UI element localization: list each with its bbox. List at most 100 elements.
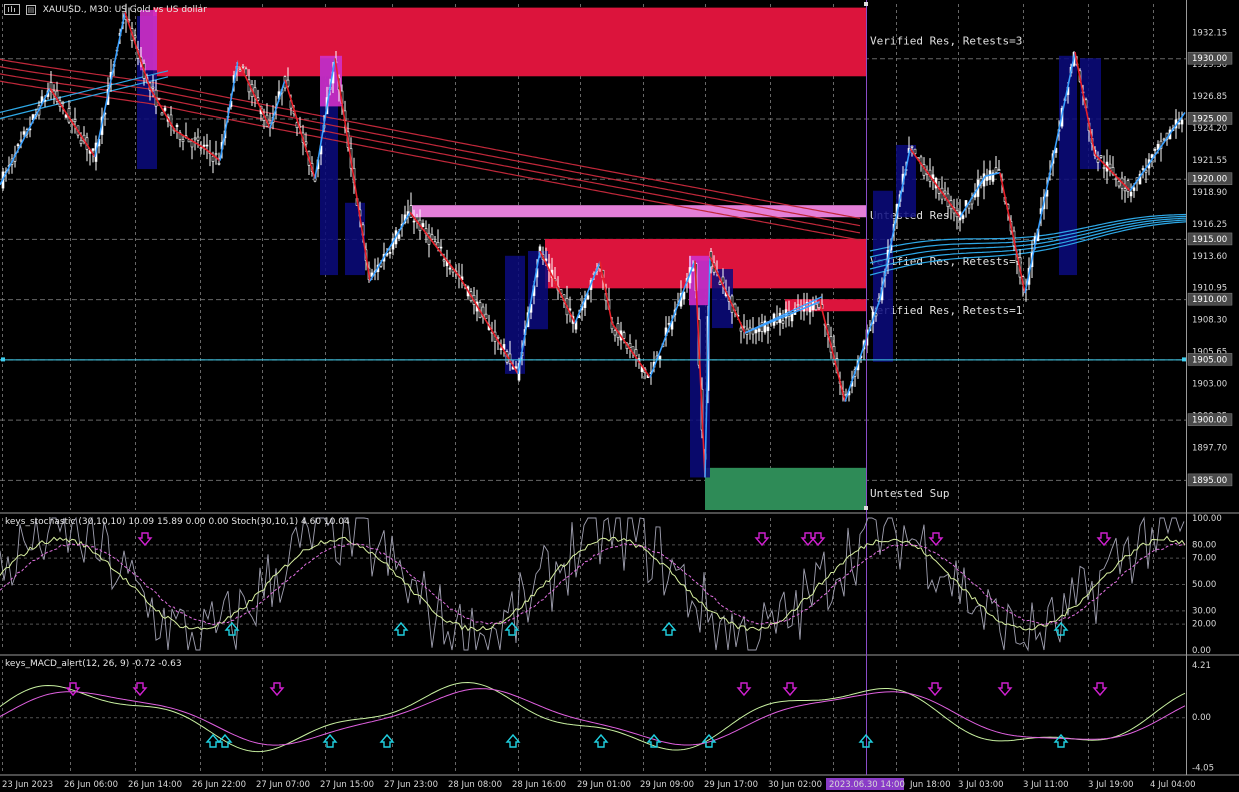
price-level-label: 1905.00 <box>1192 355 1227 365</box>
price-level-label: 1900.00 <box>1192 416 1227 426</box>
candle-body <box>622 332 626 339</box>
candle-body <box>1144 169 1148 173</box>
candle-body <box>217 162 221 165</box>
buy-sell-icon[interactable]: ▤ <box>25 4 36 15</box>
zone-label: Untested Sup <box>870 487 949 500</box>
chart-header: ▤ XAUUSD., M30: US Gold vs US dollar <box>4 4 207 15</box>
chart-canvas[interactable]: Verified Res, Retests=3Untested ResVerif… <box>0 0 1239 792</box>
candle-body <box>484 313 488 319</box>
candle-body <box>79 139 83 144</box>
candle-body <box>1108 163 1112 169</box>
candle-body <box>814 303 818 311</box>
pivot-box <box>873 190 893 362</box>
candle-body <box>1123 188 1127 192</box>
candle-body <box>412 220 416 223</box>
candle-body <box>61 102 65 104</box>
price-tick-label: 1926.85 <box>1192 92 1227 102</box>
price-line-handle <box>1182 357 1186 362</box>
time-tick-label: 26 Jun 22:00 <box>192 780 246 790</box>
candle-body <box>910 145 914 148</box>
candle-body <box>1162 138 1166 141</box>
crosshair-handle <box>864 506 868 510</box>
candle-body <box>304 141 308 145</box>
candle-body <box>421 223 425 228</box>
candle-body <box>199 147 203 150</box>
pivot-highlight <box>689 255 709 306</box>
price-level-label: 1915.00 <box>1192 235 1227 245</box>
macd-header: keys_MACD_alert(12, 26, 9) -0.72 -0.63 <box>5 659 182 669</box>
macd-tick-label: 4.21 <box>1192 661 1211 671</box>
stoch-tick-label: 70.00 <box>1192 554 1216 564</box>
candle-body <box>397 234 401 239</box>
crosshair-handle <box>864 2 868 6</box>
time-tick-label: 28 Jun 16:00 <box>512 780 566 790</box>
price-level-label: 1925.00 <box>1192 114 1227 124</box>
price-tick-label: 1924.20 <box>1192 124 1227 134</box>
candle-body <box>442 259 446 262</box>
candle-body <box>796 304 800 306</box>
time-tick-label: 29 Jun 09:00 <box>640 780 694 790</box>
candle-body <box>133 35 137 39</box>
candle-body <box>196 136 200 141</box>
candle-body <box>439 246 443 249</box>
candle-body <box>613 330 617 336</box>
candle-body <box>205 144 209 147</box>
time-tick-label: 3 Jul 19:00 <box>1088 780 1134 790</box>
candle-body <box>766 326 770 331</box>
time-tick-label: Jun 18:00 <box>909 780 950 790</box>
candle-body <box>211 155 215 162</box>
candle-body <box>163 107 167 111</box>
candle-body <box>214 153 218 155</box>
zone-rect <box>153 7 866 77</box>
candle-body <box>436 242 440 248</box>
candle-body <box>160 112 164 116</box>
candle-body <box>499 348 503 351</box>
candle-body <box>1141 168 1145 170</box>
time-tick-label: 23 Jun 2023 <box>2 780 53 790</box>
candle-body <box>1129 191 1133 197</box>
candle-body <box>943 190 947 194</box>
price-level-label: 1930.00 <box>1192 54 1227 64</box>
time-tick-label: 29 Jun 17:00 <box>704 780 758 790</box>
macd-tick-label: 0.00 <box>1192 713 1211 723</box>
candle-body <box>175 124 179 127</box>
price-tick-label: 1932.15 <box>1192 28 1227 38</box>
time-tick-label: 29 Jun 01:00 <box>577 780 631 790</box>
candle-body <box>985 176 989 181</box>
candle-body <box>19 139 23 142</box>
candle-body <box>430 234 434 240</box>
stoch-tick-label: 80.00 <box>1192 540 1216 550</box>
candle-body <box>388 252 392 254</box>
candle-body <box>91 148 95 151</box>
candle-body <box>22 131 26 135</box>
candle-body <box>781 320 785 324</box>
candle-body <box>718 281 722 285</box>
candle-body <box>742 325 746 328</box>
candle-body <box>202 144 206 147</box>
candle-body <box>1153 149 1157 151</box>
stoch-tick-label: 20.00 <box>1192 620 1216 630</box>
stoch-tick-label: 0.00 <box>1192 646 1211 656</box>
candle-body <box>448 267 452 270</box>
time-tick-label: 28 Jun 08:00 <box>448 780 502 790</box>
price-level-label: 1920.00 <box>1192 175 1227 185</box>
symbol-title: XAUUSD., M30: US Gold vs US dollar <box>42 5 207 15</box>
candle-body <box>634 349 638 357</box>
stoch-tick-label: 100.00 <box>1192 514 1222 524</box>
candle-body <box>817 302 821 308</box>
time-tick-label: 26 Jun 06:00 <box>64 780 118 790</box>
candle-body <box>1102 167 1106 169</box>
candle-body <box>241 65 245 68</box>
stoch-header: keys_stochastic (30,10,10) 10.09 15.89 0… <box>5 517 350 527</box>
price-tick-label: 1910.95 <box>1192 284 1227 294</box>
candle-body <box>1132 187 1136 191</box>
candle-body <box>1180 119 1184 125</box>
price-level-label: 1895.00 <box>1192 476 1227 486</box>
price-tick-label: 1897.70 <box>1192 443 1227 453</box>
pivot-box <box>345 202 365 276</box>
candle-body <box>1099 155 1103 158</box>
zone-rect <box>705 467 866 510</box>
candle-body <box>961 215 965 219</box>
time-tick-label: 26 Jun 14:00 <box>128 780 182 790</box>
time-tick-label: 4 Jul 04:00 <box>1150 780 1196 790</box>
